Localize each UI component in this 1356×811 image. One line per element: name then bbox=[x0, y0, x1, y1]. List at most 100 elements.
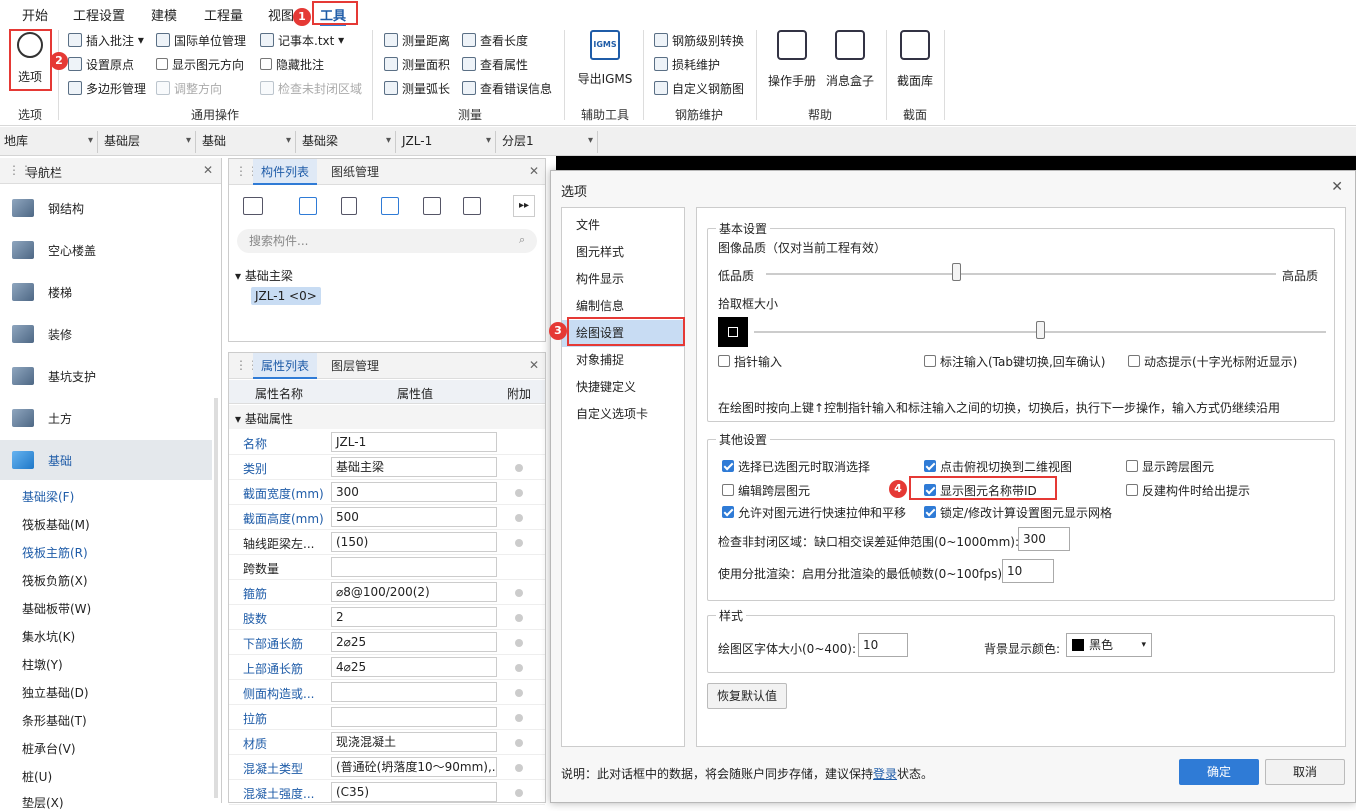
login-link[interactable]: 登录 bbox=[873, 767, 897, 781]
category-file[interactable]: 文件 bbox=[562, 212, 684, 239]
notepad-button[interactable]: 记事本.txt ▾ bbox=[260, 30, 344, 50]
duplicate-icon[interactable] bbox=[381, 197, 399, 215]
show-cross-layer-checkbox[interactable]: 显示跨层图元 bbox=[1126, 456, 1214, 476]
menu-project-settings[interactable]: 工程设置 bbox=[73, 5, 125, 24]
prop-value[interactable]: (C35) bbox=[331, 782, 497, 802]
nav-item-stairs[interactable]: 楼梯 bbox=[0, 272, 212, 312]
close-icon[interactable]: ✕ bbox=[529, 164, 539, 178]
sub-item-sump[interactable]: 集水坑(K) bbox=[22, 628, 75, 645]
search-input[interactable]: 搜索构件... bbox=[237, 229, 537, 253]
sub-item-column-pier[interactable]: 柱墩(Y) bbox=[22, 656, 63, 673]
measure-distance-button[interactable]: 测量距离 bbox=[384, 30, 450, 50]
tab-property-list[interactable]: 属性列表 bbox=[253, 353, 318, 379]
quality-slider-thumb[interactable] bbox=[952, 263, 961, 281]
attach-dot[interactable] bbox=[515, 789, 523, 797]
category-shortcuts[interactable]: 快捷键定义 bbox=[562, 374, 684, 401]
tree-root[interactable]: ▾ 基础主梁 bbox=[235, 267, 293, 284]
cancel-button[interactable]: 取消 bbox=[1265, 759, 1345, 785]
attach-dot[interactable] bbox=[515, 714, 523, 722]
sub-item-slab-strip[interactable]: 基础板带(W) bbox=[22, 600, 91, 617]
attach-dot[interactable] bbox=[515, 664, 523, 672]
more-icon[interactable]: ▸▸ bbox=[513, 195, 535, 217]
quick-stretch-checkbox[interactable]: 允许对图元进行快速拉伸和平移 bbox=[722, 502, 906, 522]
rebar-convert-button[interactable]: 钢筋级别转换 bbox=[654, 30, 744, 50]
sub-item-raft-neg-rebar[interactable]: 筏板负筋(X) bbox=[22, 572, 88, 589]
measure-arc-button[interactable]: 测量弧长 bbox=[384, 78, 450, 98]
deselect-selected-checkbox[interactable]: 选择已选图元时取消选择 bbox=[722, 456, 870, 476]
custom-rebar-button[interactable]: 自定义钢筋图 bbox=[654, 78, 744, 98]
attach-dot[interactable] bbox=[515, 514, 523, 522]
set-origin-button[interactable]: 设置原点 bbox=[68, 54, 134, 74]
sub-item-raft-main-rebar[interactable]: 筏板主筋(R) bbox=[22, 544, 88, 561]
nav-item-earthwork[interactable]: 土方 bbox=[0, 398, 212, 438]
type-dropdown[interactable]: 基础梁 bbox=[298, 131, 396, 153]
sub-item-isolated[interactable]: 独立基础(D) bbox=[22, 684, 89, 701]
top-view-2d-checkbox[interactable]: 点击俯视切换到二维视图 bbox=[924, 456, 1072, 476]
view-length-button[interactable]: 查看长度 bbox=[462, 30, 528, 50]
section-lib-button[interactable]: 截面库 bbox=[894, 30, 936, 89]
attach-dot[interactable] bbox=[515, 589, 523, 597]
fps-input[interactable]: 10 bbox=[1002, 559, 1054, 583]
export-igms-button[interactable]: IGMS 导出IGMS bbox=[574, 30, 636, 87]
prop-value[interactable]: (150) bbox=[331, 532, 497, 552]
font-size-input[interactable]: 10 bbox=[858, 633, 908, 657]
layer-dropdown[interactable]: 基础层 bbox=[100, 131, 196, 153]
bg-color-select[interactable]: 黑色 ▾ bbox=[1066, 633, 1152, 657]
nav-item-hollow-floor[interactable]: 空心楼盖 bbox=[0, 230, 212, 270]
delete-icon[interactable] bbox=[341, 197, 357, 215]
nav-item-pit-support[interactable]: 基坑支护 bbox=[0, 356, 212, 396]
edit-cross-layer-checkbox[interactable]: 编辑跨层图元 bbox=[722, 480, 810, 500]
attach-dot[interactable] bbox=[515, 614, 523, 622]
dynamic-hint-checkbox[interactable]: 动态提示(十字光标附近显示) bbox=[1128, 351, 1297, 371]
category-component-display[interactable]: 构件显示 bbox=[562, 266, 684, 293]
category-custom-tab[interactable]: 自定义选项卡 bbox=[562, 401, 684, 428]
sublayer-dropdown[interactable]: 分层1 bbox=[498, 131, 598, 153]
hide-note-checkbox[interactable]: 隐藏批注 bbox=[260, 54, 324, 74]
prop-value[interactable]: 500 bbox=[331, 507, 497, 527]
attach-dot[interactable] bbox=[515, 689, 523, 697]
lock-grid-checkbox[interactable]: 锁定/修改计算设置图元显示网格 bbox=[924, 502, 1112, 522]
prop-value[interactable]: JZL-1 bbox=[331, 432, 497, 452]
import-icon[interactable] bbox=[463, 197, 481, 215]
view-errors-button[interactable]: 查看错误信息 bbox=[462, 78, 552, 98]
category-object-snap[interactable]: 对象捕捉 bbox=[562, 347, 684, 374]
measure-area-button[interactable]: 测量面积 bbox=[384, 54, 450, 74]
restore-defaults-button[interactable]: 恢复默认值 bbox=[707, 683, 787, 709]
floor-dropdown[interactable]: 地库 bbox=[0, 131, 98, 153]
category-edit-info[interactable]: 编制信息 bbox=[562, 293, 684, 320]
pointer-input-checkbox[interactable]: 指针输入 bbox=[718, 351, 782, 371]
new-component-icon[interactable] bbox=[243, 197, 263, 215]
ok-button[interactable]: 确定 bbox=[1179, 759, 1259, 785]
nav-item-decoration[interactable]: 装修 bbox=[0, 314, 212, 354]
prop-value[interactable]: 基础主梁 bbox=[331, 457, 497, 477]
close-icon[interactable]: ✕ bbox=[1331, 179, 1343, 195]
view-attr-button[interactable]: 查看属性 bbox=[462, 54, 528, 74]
prop-value[interactable]: 2 bbox=[331, 607, 497, 627]
tab-drawing-manage[interactable]: 图纸管理 bbox=[323, 159, 387, 185]
search-icon[interactable]: ⌕ bbox=[519, 233, 525, 247]
sub-item-foundation-beam[interactable]: 基础梁(F) bbox=[22, 488, 74, 505]
adjust-direction-button[interactable]: 调整方向 bbox=[156, 78, 222, 98]
attach-dot[interactable] bbox=[515, 739, 523, 747]
manual-button[interactable]: 操作手册 bbox=[766, 30, 818, 89]
prop-value[interactable]: 2⌀25 bbox=[331, 632, 497, 652]
tab-layer-manage[interactable]: 图层管理 bbox=[323, 353, 387, 379]
attach-dot[interactable] bbox=[515, 464, 523, 472]
tree-item-jzl1[interactable]: JZL-1 <0> bbox=[251, 287, 321, 305]
insert-note-button[interactable]: 插入批注 ▾ bbox=[68, 30, 144, 50]
prop-value[interactable] bbox=[331, 682, 497, 702]
pick-slider-thumb[interactable] bbox=[1036, 321, 1045, 339]
filter-icon[interactable] bbox=[423, 197, 441, 215]
loss-maintain-button[interactable]: 损耗维护 bbox=[654, 54, 720, 74]
prop-value[interactable]: (普通砼(坍落度10～90mm),... bbox=[331, 757, 497, 777]
sub-item-pile-cap[interactable]: 桩承台(V) bbox=[22, 740, 76, 757]
close-icon[interactable]: ✕ bbox=[529, 358, 539, 372]
show-direction-checkbox[interactable]: 显示图元方向 bbox=[156, 54, 244, 74]
copy-icon[interactable] bbox=[299, 197, 317, 215]
menu-view[interactable]: 视图 bbox=[268, 5, 294, 24]
message-box-button[interactable]: 消息盒子 bbox=[824, 30, 876, 89]
tab-component-list[interactable]: 构件列表 bbox=[253, 159, 318, 185]
prop-value[interactable]: 300 bbox=[331, 482, 497, 502]
prop-value[interactable] bbox=[331, 557, 497, 577]
category-element-style[interactable]: 图元样式 bbox=[562, 239, 684, 266]
